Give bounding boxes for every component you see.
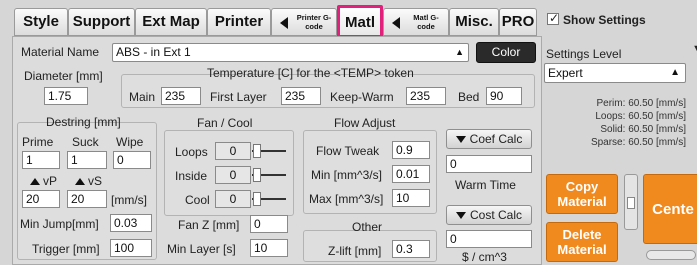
fan-cool-label: Cool bbox=[185, 193, 210, 207]
slider-handle-icon[interactable] bbox=[253, 168, 261, 182]
vs-input[interactable]: 20 bbox=[67, 190, 107, 208]
tab-matl-gcode-label: Matl G-code bbox=[413, 13, 439, 31]
flow-adjust-title: Flow Adjust bbox=[334, 116, 396, 130]
horizontal-scrollbar[interactable] bbox=[646, 250, 696, 260]
arrow-left-icon bbox=[392, 17, 400, 29]
select-arrows-icon: ▲ bbox=[670, 67, 680, 78]
stat-row: Loops: 60.50 [mm/s] bbox=[595, 111, 686, 122]
settings-level-select[interactable]: Expert ▲ bbox=[544, 63, 686, 83]
fan-inside-label: Inside bbox=[175, 169, 208, 183]
tab-support[interactable]: Support bbox=[68, 8, 135, 36]
prime-label: Prime bbox=[22, 135, 54, 149]
arrow-left-icon bbox=[280, 17, 288, 29]
wipe-input[interactable]: 0 bbox=[113, 151, 151, 169]
triangle-up-icon bbox=[75, 178, 85, 186]
cost-calc-button[interactable]: Cost Calc bbox=[446, 205, 532, 225]
tab-printer[interactable]: Printer bbox=[207, 8, 271, 36]
stat-row: Solid: 60.50 [mm/s] bbox=[600, 124, 686, 135]
fan-inside-value[interactable]: 0 bbox=[215, 166, 251, 184]
delete-material-button[interactable]: Delete Material bbox=[546, 222, 618, 262]
triangle-down-icon bbox=[455, 136, 466, 144]
select-arrows-icon: ▲ bbox=[455, 47, 464, 57]
vp-input[interactable]: 20 bbox=[22, 190, 60, 208]
fan-cool-value[interactable]: 0 bbox=[215, 190, 251, 208]
material-name-label: Material Name bbox=[21, 45, 100, 59]
temp-keep-warm-label: Keep-Warm bbox=[330, 90, 394, 104]
slider-handle-icon[interactable] bbox=[253, 192, 261, 206]
warm-time-label: Warm Time bbox=[455, 178, 516, 192]
show-settings-label: Show Settings bbox=[563, 13, 646, 27]
destring-title: Destring [mm] bbox=[46, 115, 121, 129]
temp-bed-label: Bed bbox=[458, 90, 480, 104]
speed-stats: Perim: 60.50 [mm/s] Loops: 60.50 [mm/s] … bbox=[546, 97, 686, 149]
coef-calc-button[interactable]: Coef Calc bbox=[446, 129, 532, 149]
speed-unit-label: [mm/s] bbox=[111, 193, 147, 207]
stat-row: Sparse: 60.50 [mm/s] bbox=[590, 137, 686, 148]
fan-cool-title: Fan / Cool bbox=[197, 116, 253, 130]
temp-bed-input[interactable]: 90 bbox=[486, 87, 522, 105]
settings-level-label: Settings Level bbox=[546, 47, 622, 61]
temp-first-layer-input[interactable]: 235 bbox=[281, 87, 321, 105]
flow-min-label: Min [mm^3/s] bbox=[311, 168, 382, 182]
tab-pro[interactable]: PRO bbox=[499, 8, 537, 36]
min-jump-input[interactable]: 0.03 bbox=[110, 214, 152, 232]
tab-style[interactable]: Style bbox=[14, 8, 68, 36]
min-layer-input[interactable]: 10 bbox=[250, 239, 288, 257]
prime-input[interactable]: 1 bbox=[22, 151, 60, 169]
scrollbar-thumb[interactable] bbox=[627, 197, 635, 209]
checkmark-icon: ✓ bbox=[549, 11, 560, 25]
copy-material-button[interactable]: Copy Material bbox=[546, 174, 618, 214]
min-jump-label: Min Jump[mm] bbox=[20, 217, 99, 231]
vertical-scrollbar[interactable] bbox=[624, 174, 638, 230]
tab-printer-gcode-label: Printer G-code bbox=[296, 13, 332, 31]
chevron-down-icon: ▼ bbox=[692, 43, 697, 55]
flow-tweak-label: Flow Tweak bbox=[316, 144, 380, 158]
zlift-input[interactable]: 0.3 bbox=[392, 240, 430, 258]
material-name-select[interactable]: ABS - in Ext 1 ▲ bbox=[112, 43, 469, 62]
min-layer-label: Min Layer [s] bbox=[167, 242, 236, 256]
show-settings-checkbox[interactable]: ✓ bbox=[547, 11, 560, 25]
material-name-value: ABS - in Ext 1 bbox=[116, 45, 191, 59]
fan-z-input[interactable]: 0 bbox=[250, 215, 288, 233]
fan-loops-value[interactable]: 0 bbox=[215, 142, 251, 160]
tab-printer-gcode[interactable]: Printer G-code bbox=[271, 8, 337, 36]
temp-main-input[interactable]: 235 bbox=[161, 87, 201, 105]
fan-loops-label: Loops bbox=[175, 145, 208, 159]
flow-max-label: Max [mm^3/s] bbox=[309, 192, 384, 206]
cost-input[interactable]: 0 bbox=[446, 230, 532, 248]
other-title: Other bbox=[352, 220, 383, 234]
suck-label: Suck bbox=[72, 135, 99, 149]
flow-max-input[interactable]: 10 bbox=[392, 189, 430, 207]
trigger-input[interactable]: 100 bbox=[110, 239, 152, 257]
flow-min-input[interactable]: 0.01 bbox=[392, 165, 430, 183]
center-button[interactable]: Cente bbox=[643, 174, 697, 244]
tab-matl-gcode[interactable]: Matl G-code bbox=[383, 8, 449, 36]
cost-unit-label: $ / cm^3 bbox=[462, 250, 507, 264]
diameter-label: Diameter [mm] bbox=[24, 69, 103, 83]
temp-first-layer-label: First Layer bbox=[210, 90, 267, 104]
temp-keep-warm-input[interactable]: 235 bbox=[406, 87, 446, 105]
zlift-label: Z-lift [mm] bbox=[328, 244, 382, 258]
tab-matl[interactable]: Matl bbox=[337, 5, 383, 38]
color-button[interactable]: Color bbox=[476, 42, 536, 63]
stat-row: Perim: 60.50 [mm/s] bbox=[596, 98, 687, 109]
vp-label: vP bbox=[30, 174, 57, 188]
vs-label: vS bbox=[75, 174, 102, 188]
settings-level-value: Expert bbox=[548, 66, 583, 80]
coef-calc-input[interactable]: 0 bbox=[446, 155, 532, 173]
fan-z-label: Fan Z [mm] bbox=[178, 218, 240, 232]
tab-misc[interactable]: Misc. bbox=[449, 8, 499, 36]
suck-input[interactable]: 1 bbox=[67, 151, 107, 169]
triangle-down-icon bbox=[455, 212, 466, 220]
triangle-up-icon bbox=[30, 178, 40, 186]
tab-ext-map[interactable]: Ext Map bbox=[135, 8, 207, 36]
temperature-title: Temperature [C] for the <TEMP> token bbox=[207, 66, 414, 80]
diameter-input[interactable]: 1.75 bbox=[44, 87, 88, 105]
temp-main-label: Main bbox=[129, 90, 156, 104]
flow-tweak-input[interactable]: 0.9 bbox=[392, 141, 430, 159]
trigger-label: Trigger [mm] bbox=[32, 242, 100, 256]
slider-handle-icon[interactable] bbox=[253, 144, 261, 158]
wipe-label: Wipe bbox=[116, 135, 144, 149]
